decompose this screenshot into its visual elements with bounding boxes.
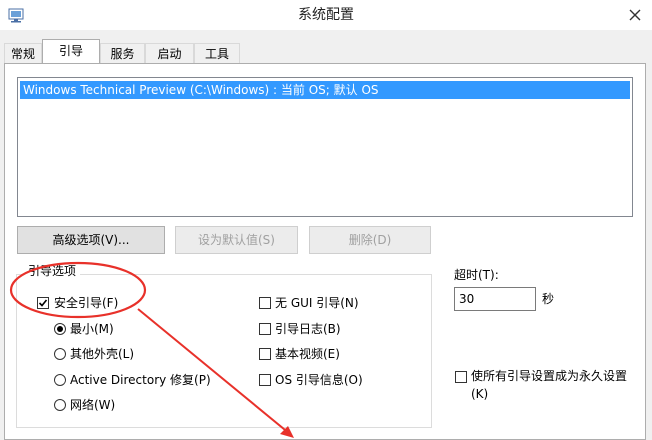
radio-alternate-shell-label: 其他外壳(L) (70, 347, 135, 361)
radio-ad-repair-label: Active Directory 修复(P) (70, 373, 211, 387)
safe-boot-checkbox[interactable] (37, 297, 49, 309)
tab-boot[interactable]: 引导 (42, 39, 100, 63)
checkmark-icon (38, 299, 48, 307)
safe-boot-label: 安全引导(F) (54, 296, 119, 310)
base-video-label: 基本视频(E) (275, 347, 340, 361)
boot-entry-row[interactable]: Windows Technical Preview (C:\Windows) :… (20, 81, 630, 99)
delete-button[interactable]: 删除(D) (309, 226, 431, 254)
radio-ad-repair[interactable] (54, 374, 66, 386)
set-default-button[interactable]: 设为默认值(S) (175, 226, 298, 254)
no-gui-boot-checkbox[interactable] (259, 297, 271, 309)
radio-network[interactable] (54, 399, 66, 411)
tab-services[interactable]: 服务 (100, 43, 145, 63)
title-bar: 系统配置 (0, 0, 652, 30)
base-video-checkbox[interactable] (259, 348, 271, 360)
tab-general[interactable]: 常规 (4, 43, 42, 63)
radio-minimal[interactable] (54, 323, 66, 335)
make-permanent-label-line2: (K) (471, 387, 489, 401)
close-icon[interactable] (626, 6, 644, 24)
os-boot-info-label: OS 引导信息(O) (275, 373, 363, 387)
window-title: 系统配置 (298, 7, 354, 23)
radio-alternate-shell[interactable] (54, 348, 66, 360)
no-gui-boot-label: 无 GUI 引导(N) (275, 296, 359, 310)
advanced-options-button[interactable]: 高级选项(V)... (17, 226, 165, 254)
timeout-label: 超时(T): (454, 268, 499, 282)
os-boot-info-checkbox[interactable] (259, 374, 271, 386)
boot-entries-list[interactable]: Windows Technical Preview (C:\Windows) :… (17, 77, 633, 217)
make-permanent-checkbox[interactable] (455, 371, 467, 383)
boot-options-legend: 引导选项 (24, 262, 81, 279)
tab-startup[interactable]: 启动 (145, 43, 194, 63)
radio-minimal-label: 最小(M) (70, 322, 114, 336)
boot-log-checkbox[interactable] (259, 323, 271, 335)
timeout-unit: 秒 (542, 292, 555, 306)
radio-network-label: 网络(W) (70, 398, 116, 412)
make-permanent-label-line1: 使所有引导设置成为永久设置 (471, 369, 628, 383)
tab-tools[interactable]: 工具 (194, 43, 240, 63)
timeout-input[interactable]: 30 (454, 287, 536, 311)
boot-log-label: 引导日志(B) (275, 322, 341, 336)
